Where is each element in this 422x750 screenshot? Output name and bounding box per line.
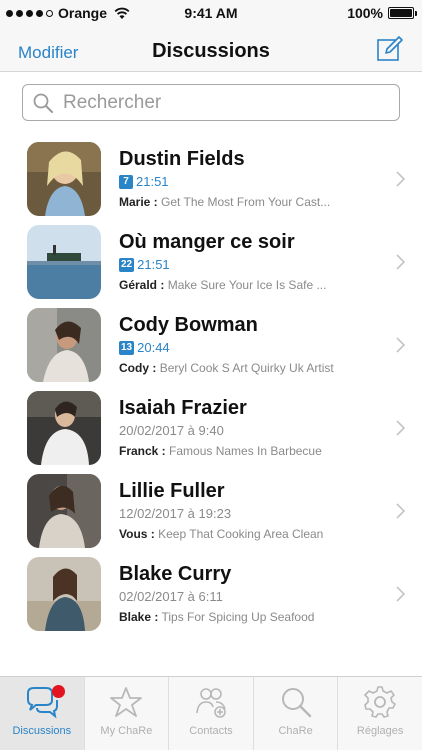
message-preview: Cody : Beryl Cook S Art Quirky Uk Artist — [119, 361, 359, 375]
conversation-meta: 12/02/2017 à 19:23 — [119, 506, 231, 521]
chevron-right-icon — [396, 171, 406, 187]
status-bar: Orange 9:41 AM 100% — [0, 0, 422, 26]
preview-sender: Vous : — [119, 527, 155, 541]
star-icon — [110, 687, 143, 717]
tab-label: Réglages — [356, 725, 404, 737]
chevron-right-icon — [396, 420, 406, 436]
conversation-name: Dustin Fields — [119, 148, 245, 170]
conversation-time: 20/02/2017 à 9:40 — [119, 423, 224, 438]
search-icon — [281, 688, 311, 718]
add-contact-icon — [196, 688, 226, 718]
compose-icon[interactable] — [376, 35, 404, 63]
chevron-right-icon — [396, 337, 406, 353]
conversation-time: 21:51 — [136, 174, 169, 189]
conversation-meta: 22 21:51 — [119, 257, 170, 272]
tab-label: Contacts — [189, 725, 233, 737]
conversation-name: Blake Curry — [119, 563, 232, 585]
avatar — [27, 557, 101, 631]
conversation-row[interactable]: Lillie Fuller 12/02/2017 à 19:23 Vous : … — [0, 472, 422, 555]
notification-dot — [52, 685, 65, 698]
preview-text: Make Sure Your Ice Is Safe ... — [167, 278, 327, 292]
tab-discussions[interactable]: Discussions — [0, 677, 84, 750]
conversation-row[interactable]: Blake Curry 02/02/2017 à 6:11 Blake : Ti… — [0, 555, 422, 638]
preview-text: Beryl Cook S Art Quirky Uk Artist — [159, 361, 334, 375]
conversation-row[interactable]: Cody Bowman 13 20:44 Cody : Beryl Cook S… — [0, 306, 422, 389]
conversation-meta: 02/02/2017 à 6:11 — [119, 589, 223, 604]
tab-label: Discussions — [12, 725, 72, 737]
preview-sender: Gérald : — [119, 278, 165, 292]
conversation-row[interactable]: Où manger ce soir 22 21:51 Gérald : Make… — [0, 223, 422, 306]
conversation-name: Où manger ce soir — [119, 231, 295, 253]
conversation-time: 12/02/2017 à 19:23 — [119, 506, 232, 521]
unread-badge: 13 — [119, 340, 135, 355]
avatar — [27, 308, 101, 382]
message-preview: Blake : Tips For Spicing Up Seafood — [119, 610, 359, 624]
message-preview: Marie : Get The Most From Your Cast... — [119, 195, 359, 209]
conversation-name: Isaiah Frazier — [119, 397, 247, 419]
avatar — [27, 391, 101, 465]
unread-badge: 7 — [119, 174, 133, 189]
preview-text: Get The Most From Your Cast... — [161, 195, 331, 209]
search-bar — [0, 72, 422, 132]
battery-icon — [388, 7, 417, 19]
conversation-time: 20:44 — [137, 340, 170, 355]
unread-badge: 22 — [119, 257, 135, 272]
conversation-meta: 7 21:51 — [119, 174, 169, 189]
conversation-row[interactable]: Dustin Fields 7 21:51 Marie : Get The Mo… — [0, 140, 422, 223]
preview-text: Tips For Spicing Up Seafood — [161, 610, 315, 624]
conversation-time: 21:51 — [137, 257, 170, 272]
chevron-right-icon — [396, 586, 406, 602]
conversation-list: Dustin Fields 7 21:51 Marie : Get The Mo… — [0, 140, 422, 638]
tab-my-chare[interactable]: My ChaRe — [83, 677, 169, 750]
conversation-meta: 20/02/2017 à 9:40 — [119, 423, 224, 438]
conversation-time: 02/02/2017 à 6:11 — [119, 589, 223, 604]
conversation-name: Cody Bowman — [119, 314, 258, 336]
tab-reglages[interactable]: Réglages — [337, 677, 422, 750]
preview-text: Famous Names In Barbecue — [169, 444, 322, 458]
gear-icon — [364, 686, 396, 718]
message-preview: Gérald : Make Sure Your Ice Is Safe ... — [119, 278, 359, 292]
search-input[interactable] — [63, 91, 383, 114]
avatar — [27, 225, 101, 299]
battery-percent: 100% — [347, 5, 383, 21]
status-right: 100% — [347, 5, 417, 21]
avatar — [27, 474, 101, 548]
tab-contacts[interactable]: Contacts — [168, 677, 253, 750]
chevron-right-icon — [396, 254, 406, 270]
preview-sender: Marie : — [119, 195, 158, 209]
conversation-row[interactable]: Isaiah Frazier 20/02/2017 à 9:40 Franck … — [0, 389, 422, 472]
message-preview: Franck : Famous Names In Barbecue — [119, 444, 359, 458]
tab-label: My ChaRe — [100, 725, 153, 737]
conversation-meta: 13 20:44 — [119, 340, 170, 355]
preview-text: Keep That Cooking Area Clean — [158, 527, 324, 541]
message-preview: Vous : Keep That Cooking Area Clean — [119, 527, 359, 541]
navigation-bar: Modifier Discussions — [0, 26, 422, 72]
chevron-right-icon — [396, 503, 406, 519]
preview-sender: Franck : — [119, 444, 166, 458]
tab-bar: Discussions My ChaRe Contacts ChaRe Régl… — [0, 676, 422, 750]
avatar — [27, 142, 101, 216]
edit-button[interactable]: Modifier — [18, 43, 78, 63]
search-icon — [33, 93, 53, 113]
preview-sender: Blake : — [119, 610, 159, 624]
tab-chare[interactable]: ChaRe — [252, 677, 338, 750]
preview-sender: Cody : — [119, 361, 157, 375]
conversation-name: Lillie Fuller — [119, 480, 225, 502]
tab-label: ChaRe — [278, 725, 313, 737]
search-box[interactable] — [22, 84, 400, 121]
